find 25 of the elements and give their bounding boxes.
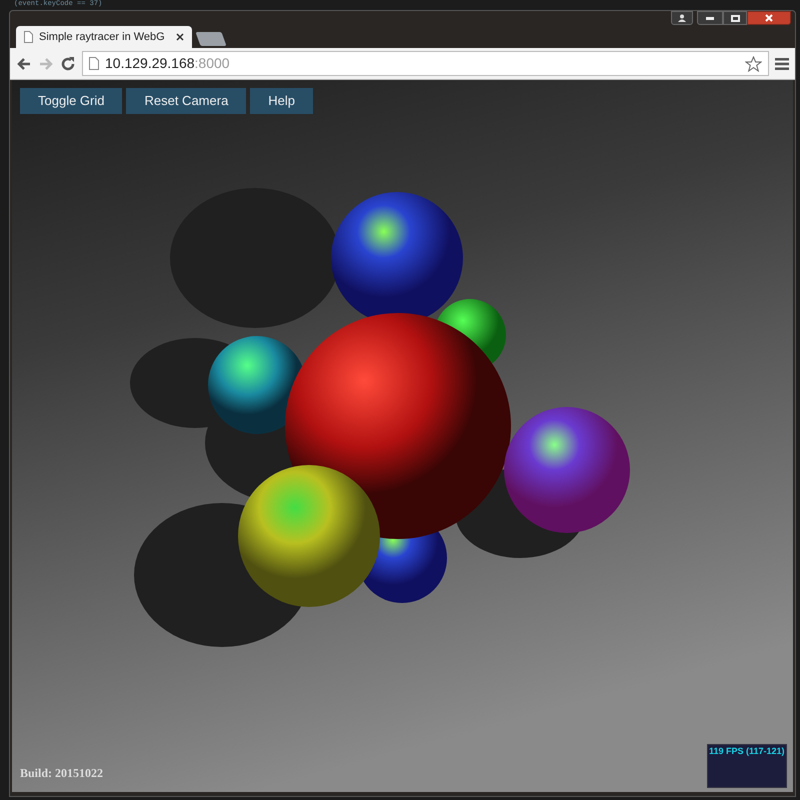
minimize-button[interactable]	[697, 11, 723, 25]
toolbar-button[interactable]: Toggle Grid	[20, 88, 122, 114]
menu-icon[interactable]	[775, 58, 789, 70]
toolbar-button[interactable]: Help	[250, 88, 314, 114]
back-icon[interactable]	[16, 56, 32, 72]
minimize-icon	[706, 16, 714, 20]
toolbar-button[interactable]: Reset Camera	[126, 88, 246, 114]
maximize-icon	[730, 14, 740, 22]
fps-reading: 119 FPS (117-121)	[708, 745, 786, 757]
profile-button[interactable]	[671, 11, 693, 25]
page-icon	[89, 57, 99, 70]
address-field[interactable]: 10.129.29.168:8000	[82, 51, 769, 76]
close-button[interactable]	[747, 11, 791, 25]
tab-title: Simple raytracer in WebG	[39, 30, 166, 45]
new-tab-button[interactable]	[195, 32, 227, 46]
close-icon	[765, 14, 773, 22]
maximize-button[interactable]	[723, 11, 747, 25]
person-icon	[678, 14, 686, 22]
build-label: Build: 20151022	[20, 765, 104, 782]
reload-icon[interactable]	[60, 56, 76, 72]
url-text: 10.129.29.168:8000	[105, 54, 231, 73]
star-icon[interactable]	[745, 56, 762, 72]
browser-tab[interactable]: Simple raytracer in WebG	[16, 26, 192, 48]
page-icon	[24, 31, 33, 43]
close-icon[interactable]	[176, 33, 184, 41]
